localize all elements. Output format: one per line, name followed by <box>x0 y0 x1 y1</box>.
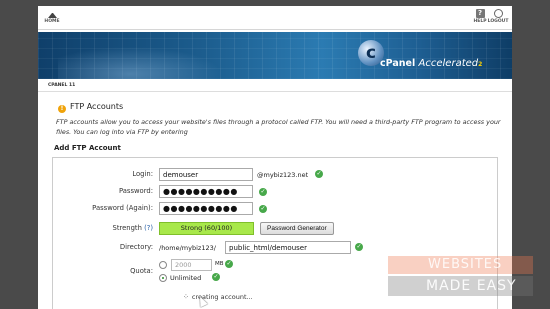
quota-limited-radio[interactable] <box>159 261 167 269</box>
quota-unlimited-check-icon: ✓ <box>212 273 220 281</box>
password-row: Password: ●●●●●●●●●● ✓ <box>53 185 499 199</box>
help-label: HELP <box>473 19 487 24</box>
page-title-text: FTP Accounts <box>70 102 124 111</box>
help-icon: ? <box>475 9 485 18</box>
breadcrumb[interactable]: CPANEL 11 <box>48 83 75 88</box>
domain-suffix: @mybiz123.net <box>257 171 309 179</box>
watermark-logo: WEBSITES MADE EASY <box>388 256 533 298</box>
cpanel-banner: c cPanel Accelerated2 <box>38 32 512 79</box>
home-label: HOME <box>44 19 60 24</box>
home-icon <box>47 9 57 18</box>
banner-cables-image <box>58 42 238 79</box>
page-title: ! FTP Accounts <box>58 102 123 113</box>
strength-row: Strength (?) Strong (60/100) Password Ge… <box>53 222 499 236</box>
loading-spinner-icon: ⁘ <box>183 293 189 301</box>
quota-unlimited-radio[interactable] <box>159 274 167 282</box>
cpanel-logo-text: cPanel Accelerated2 <box>380 58 482 69</box>
brand-version-mark: 2 <box>478 61 483 68</box>
section-description: FTP accounts allow you to access your we… <box>56 118 501 136</box>
password-input[interactable]: ●●●●●●●●●● <box>159 185 253 198</box>
quota-unlimited-label: Unlimited <box>170 274 202 282</box>
quota-input[interactable]: 2000 <box>171 259 212 271</box>
brand-name: cPanel <box>380 58 416 69</box>
watermark-line1: WEBSITES <box>388 256 533 274</box>
quota-label: Quota: <box>130 267 153 275</box>
login-label: Login: <box>132 170 153 178</box>
password-again-input[interactable]: ●●●●●●●●●● <box>159 202 253 215</box>
quota-valid-check-icon: ✓ <box>225 260 233 268</box>
add-ftp-title: Add FTP Account <box>54 144 121 152</box>
directory-input[interactable]: public_html/demouser <box>225 241 351 254</box>
home-link[interactable]: HOME <box>42 9 62 24</box>
logout-icon <box>493 9 503 18</box>
password-valid-check-icon: ✓ <box>259 188 267 196</box>
logout-link[interactable]: LOGOUT <box>487 9 509 24</box>
password-again-row: Password (Again): ●●●●●●●●●● ✓ <box>53 202 499 216</box>
directory-valid-check-icon: ✓ <box>355 243 363 251</box>
directory-row: Directory: /home/mybiz123/ public_html/d… <box>53 241 499 255</box>
strength-meter: Strong (60/100) <box>159 222 254 235</box>
password-label: Password: <box>118 187 153 195</box>
brand-tagline: Accelerated <box>418 58 479 69</box>
status-message: ⁘ creating account... <box>183 293 253 301</box>
login-input[interactable]: demouser <box>159 168 253 181</box>
quota-unit: MB <box>215 261 224 267</box>
login-row: Login: demouser @mybiz123.net ✓ <box>53 168 499 182</box>
password-generator-button[interactable]: Password Generator <box>260 222 334 235</box>
directory-prefix: /home/mybiz123/ <box>159 244 216 252</box>
info-warning-icon: ! <box>58 105 66 113</box>
strength-label: Strength (?) <box>113 224 154 232</box>
breadcrumb-bar: CPANEL 11 <box>38 82 512 92</box>
logout-label: LOGOUT <box>487 19 509 24</box>
strength-label-text: Strength <box>112 224 142 232</box>
password-again-label: Password (Again): <box>92 204 153 212</box>
login-valid-check-icon: ✓ <box>315 170 323 178</box>
password-again-valid-check-icon: ✓ <box>259 205 267 213</box>
top-navigation: HOME ? HELP LOGOUT <box>38 6 512 30</box>
watermark-line2: MADE EASY <box>388 276 533 296</box>
strength-help-link[interactable]: (?) <box>144 224 153 232</box>
directory-label: Directory: <box>119 243 153 251</box>
